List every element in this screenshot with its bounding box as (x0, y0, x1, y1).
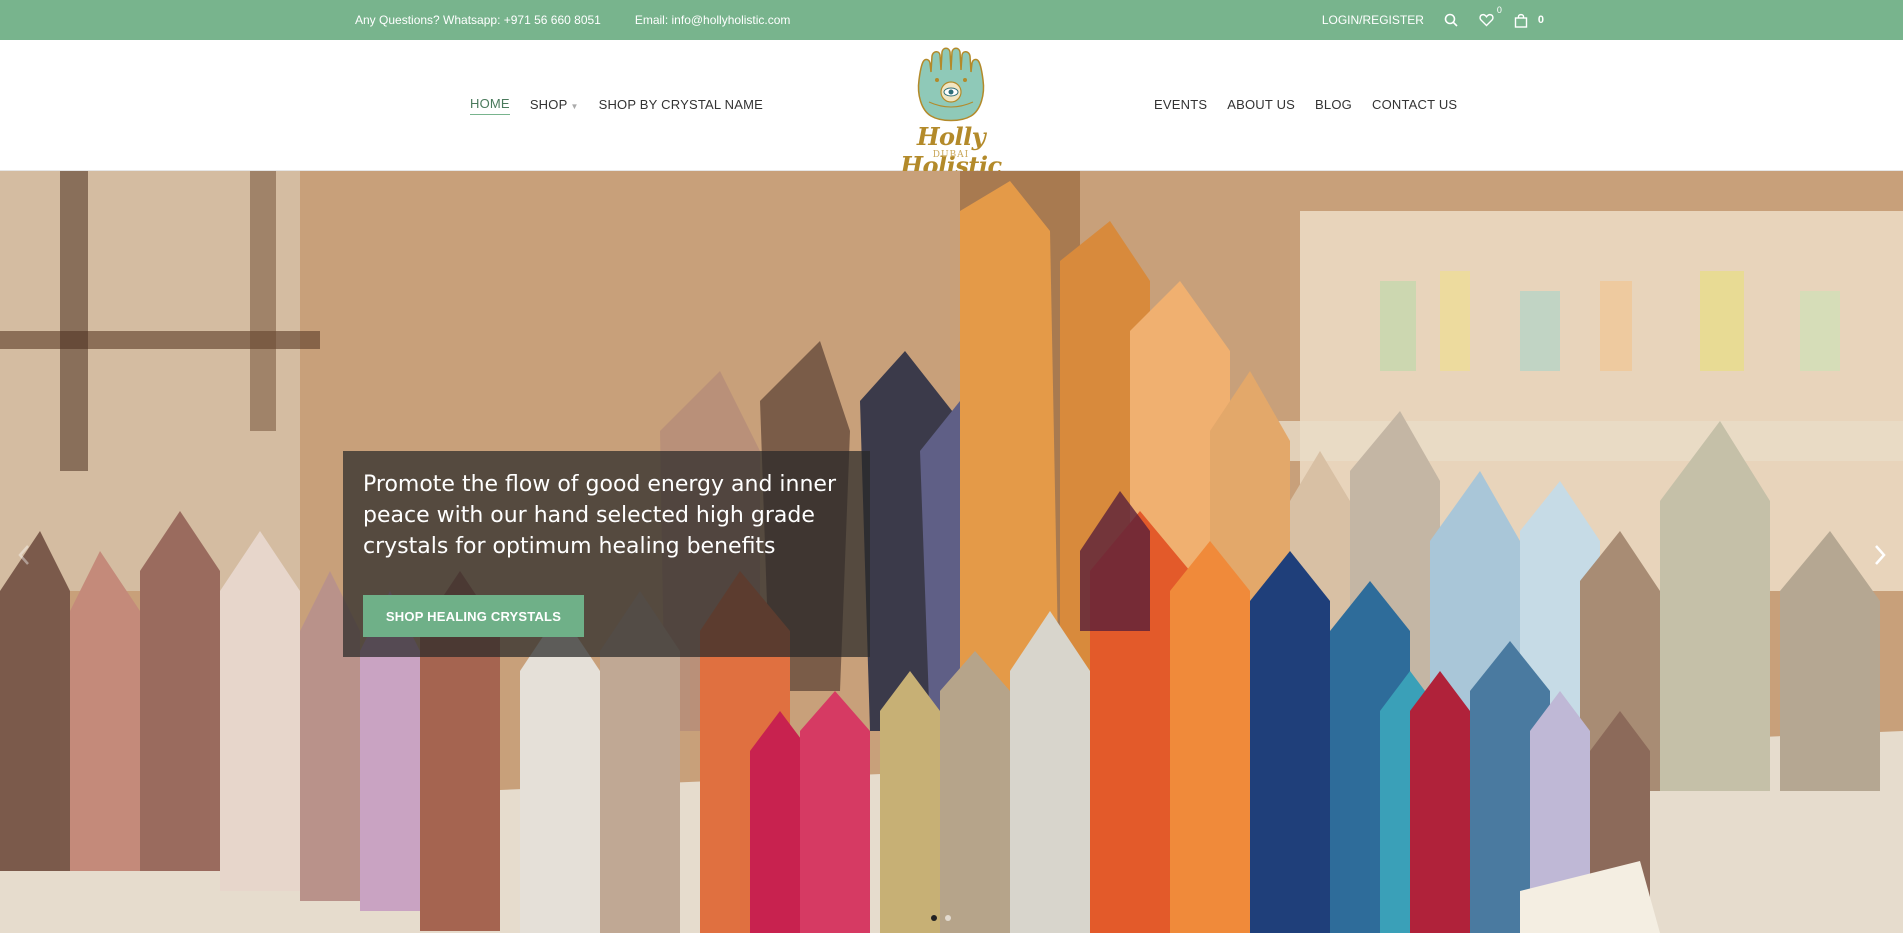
hero-slider: Promote the flow of good energy and inne… (0, 171, 1903, 933)
hamsa-hand-icon (917, 47, 985, 122)
email-contact-link[interactable]: Email: info@hollyholistic.com (635, 13, 791, 27)
cart-button[interactable]: 0 (1514, 13, 1544, 28)
slider-dots (931, 915, 951, 921)
site-logo[interactable]: Holly Holistic DUBAI (878, 46, 1024, 180)
nav-item-contact-us[interactable]: CONTACT US (1372, 97, 1457, 115)
top-bar-actions: LOGIN/REGISTER 0 0 (1322, 0, 1544, 40)
main-header: HOME SHOP ▼ SHOP BY CRYSTAL NAME Holly Ho… (0, 40, 1903, 180)
nav-item-shop-by-crystal-name[interactable]: SHOP BY CRYSTAL NAME (599, 97, 763, 115)
slider-dot[interactable] (931, 915, 937, 921)
top-bar-contact: Any Questions? Whatsapp: +971 56 660 805… (355, 0, 790, 40)
logo-subtext: DUBAI (932, 150, 970, 160)
search-icon[interactable] (1442, 11, 1460, 29)
cart-count: 0 (1537, 14, 1544, 26)
slider-dot[interactable] (945, 915, 951, 921)
nav-item-shop-label: SHOP (529, 96, 568, 112)
nav-item-home[interactable]: HOME (470, 96, 510, 115)
hero-background-image (0, 171, 1903, 933)
nav-item-blog[interactable]: BLOG (1315, 97, 1352, 115)
heart-icon (1479, 13, 1494, 27)
chevron-left-icon (18, 545, 29, 565)
nav-item-shop[interactable]: SHOP ▼ (530, 97, 579, 115)
nav-item-events[interactable]: EVENTS (1154, 97, 1207, 115)
slider-next-arrow[interactable] (1866, 535, 1894, 575)
wishlist-button[interactable]: 0 (1478, 5, 1502, 29)
chevron-down-icon: ▼ (570, 101, 579, 111)
whatsapp-contact-link[interactable]: Any Questions? Whatsapp: +971 56 660 805… (355, 13, 601, 27)
top-bar: Any Questions? Whatsapp: +971 56 660 805… (0, 0, 1903, 40)
nav-left: HOME SHOP ▼ SHOP BY CRYSTAL NAME (470, 40, 763, 171)
shop-healing-crystals-button[interactable]: SHOP HEALING CRYSTALS (363, 595, 584, 637)
login-register-link[interactable]: LOGIN/REGISTER (1322, 13, 1424, 27)
nav-item-about-us[interactable]: ABOUT US (1227, 97, 1295, 115)
shopping-bag-icon (1514, 13, 1528, 28)
nav-right: EVENTS ABOUT US BLOG CONTACT US (1154, 40, 1457, 171)
chevron-right-icon (1875, 545, 1886, 565)
slider-prev-arrow[interactable] (10, 535, 38, 575)
wishlist-count: 0 (1496, 5, 1502, 15)
hero-caption-box: Promote the flow of good energy and inne… (343, 451, 870, 657)
hero-headline: Promote the flow of good energy and inne… (363, 472, 836, 559)
